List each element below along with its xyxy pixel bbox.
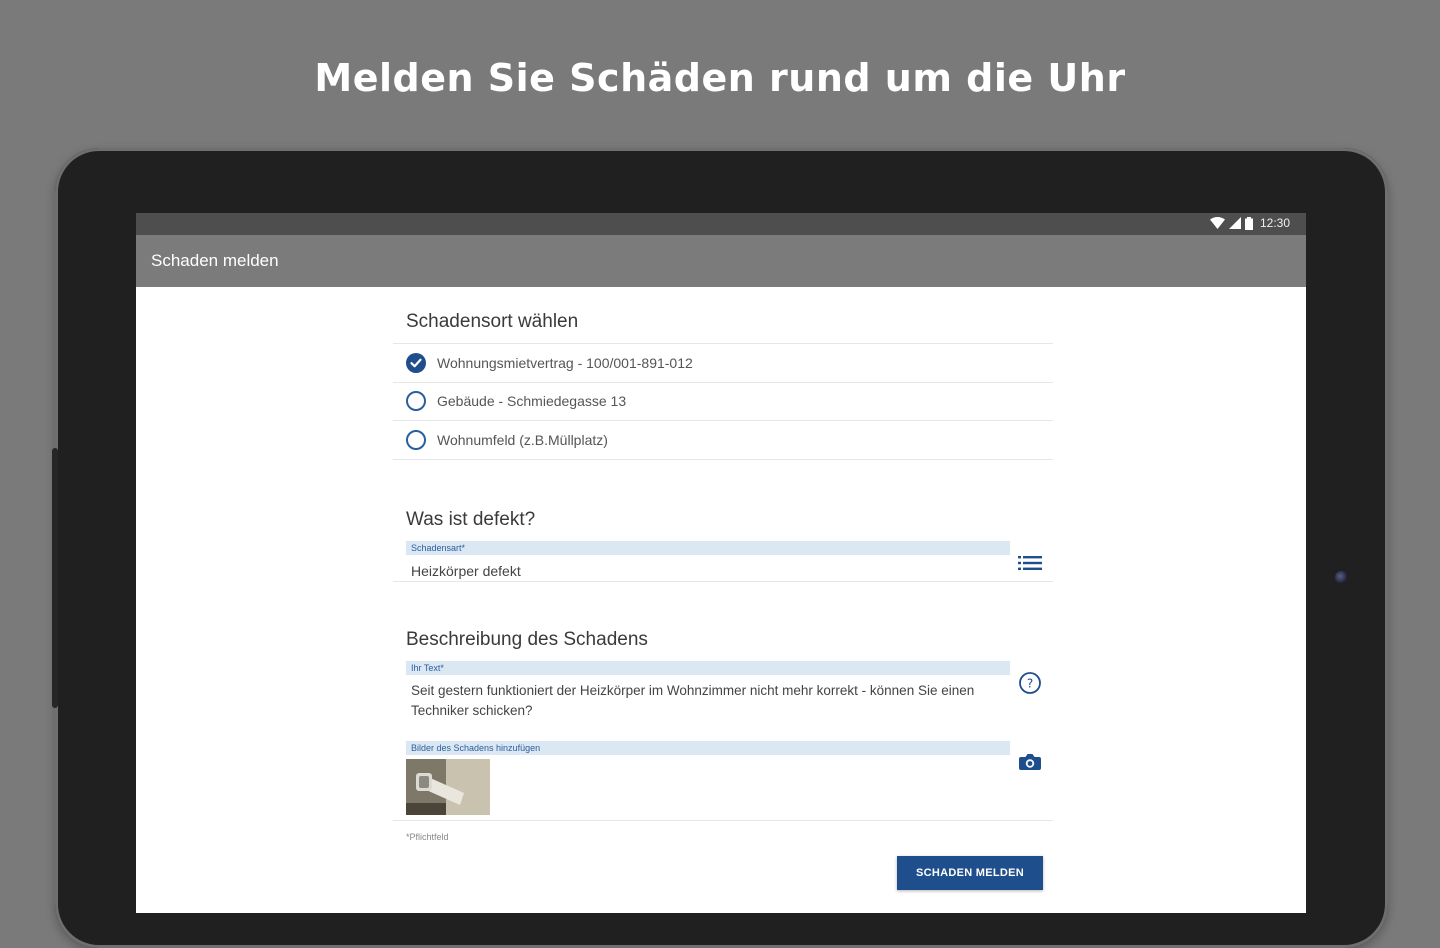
description-text-field[interactable]: Ihr Text* Seit gestern funktioniert der …	[406, 661, 1010, 721]
location-option-building[interactable]: Gebäude - Schmiedegasse 13	[393, 382, 1053, 421]
battery-icon	[1244, 216, 1253, 230]
location-section-title: Schadensort wählen	[406, 311, 579, 332]
description-text-label: Ihr Text*	[406, 661, 1010, 675]
location-option-label: Wohnungsmietvertrag - 100/001-891-012	[437, 355, 693, 371]
radio-checked-icon[interactable]	[406, 353, 426, 373]
defect-section-title: Was ist defekt?	[406, 509, 536, 530]
location-option-label: Wohnumfeld (z.B.Müllplatz)	[437, 432, 608, 448]
radio-unchecked-icon[interactable]	[406, 430, 426, 450]
status-bar: 12:30	[136, 213, 1306, 235]
app-screen: 12:30 Schaden melden Schadensort wählen …	[136, 213, 1306, 913]
image-upload-label: Bilder des Schadens hinzufügen	[406, 741, 1010, 755]
damage-photo-thumbnail[interactable]	[406, 759, 490, 815]
description-section-title: Beschreibung des Schadens	[406, 629, 648, 650]
required-field-note: *Pflichtfeld	[406, 832, 449, 842]
tablet-side-button	[52, 448, 58, 708]
image-upload-field[interactable]: Bilder des Schadens hinzufügen	[406, 741, 1010, 755]
status-time: 12:30	[1259, 216, 1290, 230]
damage-type-label: Schadensart*	[406, 541, 1010, 555]
camera-lens-icon	[1335, 571, 1348, 584]
signal-icon	[1228, 217, 1241, 229]
wifi-icon	[1209, 217, 1225, 229]
promo-heading: Melden Sie Schäden rund um die Uhr	[314, 56, 1126, 100]
help-icon[interactable]: ?	[1018, 671, 1042, 700]
description-text-value: Seit gestern funktioniert der Heizkörper…	[411, 683, 975, 718]
location-option-surroundings[interactable]: Wohnumfeld (z.B.Müllplatz)	[393, 421, 1053, 460]
submit-damage-button[interactable]: Schaden melden	[897, 856, 1043, 890]
toolbar-title: Schaden melden	[151, 251, 279, 270]
radio-unchecked-icon[interactable]	[406, 391, 426, 411]
divider	[393, 820, 1053, 821]
location-option-apartment[interactable]: Wohnungsmietvertrag - 100/001-891-012	[393, 343, 1053, 383]
camera-icon[interactable]	[1018, 753, 1042, 776]
list-icon[interactable]	[1018, 555, 1042, 576]
app-toolbar: Schaden melden	[136, 235, 1306, 287]
svg-text:?: ?	[1027, 677, 1033, 691]
damage-type-value: Heizkörper defekt	[411, 563, 521, 579]
divider	[393, 581, 1053, 582]
damage-type-field[interactable]: Schadensart* Heizkörper defekt	[406, 541, 1010, 581]
location-option-label: Gebäude - Schmiedegasse 13	[437, 393, 627, 409]
